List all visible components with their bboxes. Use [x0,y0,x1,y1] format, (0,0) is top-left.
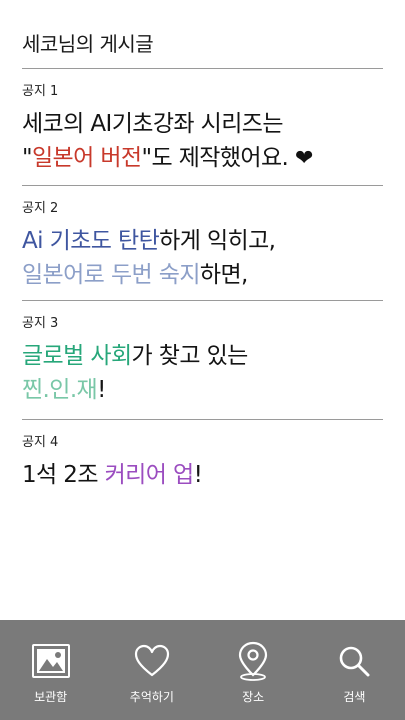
notice-divider [22,419,383,420]
notice-text-line: 세코의 AI기초강좌 시리즈는 [22,107,392,141]
notice-divider [22,185,383,186]
notice-text: 하게 익히고, [159,228,276,254]
highlight-text: 일본어 버전 [31,145,142,171]
notice-text: 1석 2조 [22,462,105,488]
notice-text: ! [193,462,203,488]
nav-label: 보관함 [34,690,68,704]
nav-label: 추억하기 [129,690,174,704]
notice-label: 공지 2 [22,201,59,216]
map-pin-icon [232,640,274,682]
nav-label: 장소 [242,690,265,704]
notice-text-line: "일본어 버전"도 제작했어요. ❤ [22,141,392,176]
header-divider [22,68,383,69]
notice-label: 공지 3 [22,316,59,331]
notice-text: "도 제작했어요. [141,145,295,171]
notice-label: 공지 4 [22,435,59,450]
notice-text: 하면, [199,262,248,288]
highlight-text: 일본어로 두번 숙지 [22,262,201,288]
search-icon [333,640,375,682]
notice-2: 공지 2 Ai 기초도 탄탄하게 익히고, 일본어로 두번 숙지하면, [22,197,392,292]
notice-text-line: 글로벌 사회가 찾고 있는 [22,339,392,373]
nav-item-archive[interactable]: 보관함 [11,620,91,705]
nav-item-memories[interactable]: 추억하기 [112,620,192,705]
heart-icon: ❤ [294,146,313,171]
nav-item-places[interactable]: 장소 [213,620,293,705]
notice-text: 가 찾고 있는 [131,343,249,369]
nav-label: 검색 [343,690,366,704]
notice-text-line: Ai 기초도 탄탄하게 익히고, [22,224,392,258]
notice-4: 공지 4 1석 2조 커리어 업! [22,431,392,492]
gallery-icon [30,640,72,682]
highlight-text: Ai 기초도 탄탄 [22,228,160,254]
page-title: 세코님의 게시글 [22,32,154,56]
notice-divider [22,300,383,301]
highlight-text: 커리어 업 [104,462,195,488]
bottom-nav: 보관함 추억하기 장소 검색 [0,620,405,720]
highlight-text: 글로벌 사회 [22,343,132,369]
notice-text: 세코의 AI기초강좌 시리즈는 [22,111,284,137]
quote-open: " [22,145,33,171]
notice-1: 공지 1 세코의 AI기초강좌 시리즈는 "일본어 버전"도 제작했어요. ❤ [22,80,392,176]
notice-3: 공지 3 글로벌 사회가 찾고 있는 찐.인.재! [22,312,392,407]
notice-text-line: 일본어로 두번 숙지하면, [22,258,392,292]
notice-text-line: 1석 2조 커리어 업! [22,458,392,492]
notice-text-line: 찐.인.재! [22,373,392,407]
notice-text: ! [97,377,106,403]
nav-item-search[interactable]: 검색 [314,620,394,705]
highlight-text: 찐.인.재 [22,377,98,403]
heart-icon [131,640,173,682]
notice-label: 공지 1 [22,84,59,99]
